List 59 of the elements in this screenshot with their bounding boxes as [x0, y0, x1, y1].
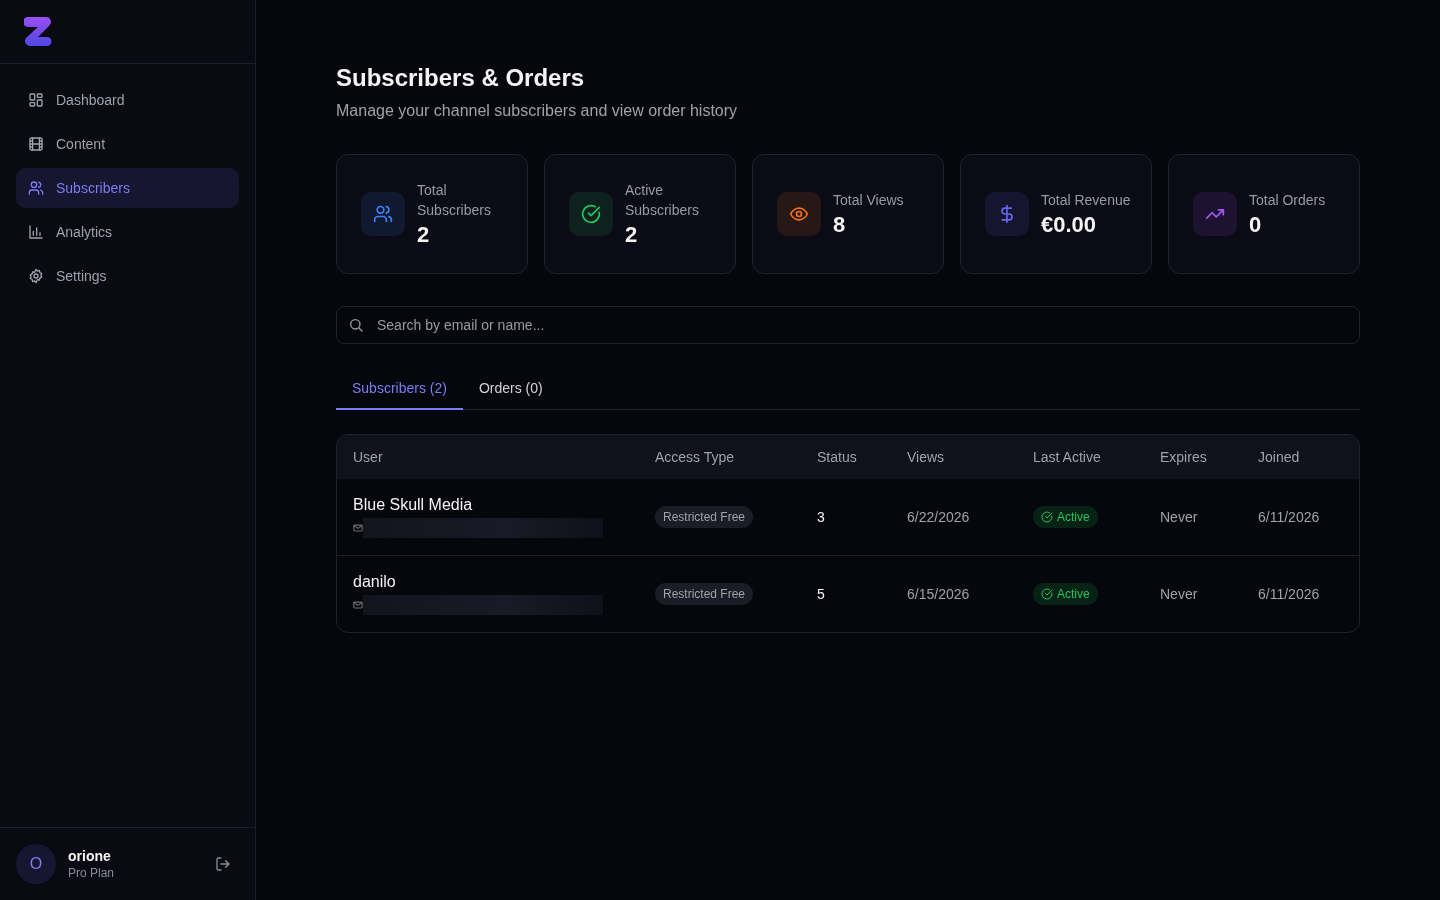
column-header: Status	[801, 435, 891, 479]
column-header: User	[337, 435, 639, 479]
stat-label: Active Subscribers	[625, 181, 700, 220]
column-header: Joined	[1242, 435, 1359, 479]
table-cell: 5	[817, 586, 825, 602]
mail-icon	[353, 599, 363, 611]
sidebar-item[interactable]: Analytics	[16, 212, 239, 252]
settings-icon	[28, 268, 44, 284]
check-circle-icon	[1041, 588, 1053, 600]
user-name: danilo	[353, 573, 396, 591]
stat-value: €0.00	[1041, 212, 1098, 238]
check-circle-icon	[1041, 511, 1053, 523]
column-header: Access Type	[639, 435, 801, 479]
stat-value: 2	[625, 222, 639, 248]
stat-value: 0	[1249, 212, 1263, 238]
users-icon	[28, 180, 44, 196]
access-badge: Restricted Free	[655, 506, 754, 528]
table-cell: 6/22/2026	[907, 509, 970, 525]
film-icon	[28, 136, 44, 152]
tab[interactable]: Subscribers (2)	[336, 368, 463, 410]
tab[interactable]: Orders (0)	[462, 368, 559, 410]
table-cell: Never	[1160, 586, 1198, 602]
access-badge: Restricted Free	[655, 583, 754, 605]
sidebar-item[interactable]: Dashboard	[16, 80, 239, 120]
page-subtitle: Manage your channel subscribers and view order history	[336, 102, 739, 120]
column-header: Views	[891, 435, 1017, 479]
sidebar-item[interactable]: Settings	[16, 256, 239, 296]
table-cell: Never	[1160, 509, 1198, 525]
status-text: Active	[1057, 510, 1090, 524]
user-name: orione	[68, 848, 112, 864]
check-circle-icon	[581, 204, 601, 224]
stat-label: Total Subscribers	[417, 181, 492, 220]
stat-value: 8	[833, 212, 847, 238]
user-name: Blue Skull Media	[353, 496, 473, 514]
stat-label: Total Views	[833, 191, 904, 210]
sidebar-item[interactable]: Content	[16, 124, 239, 164]
table-cell: 6/11/2026	[1258, 509, 1320, 525]
stat-label: Total Revenue	[1041, 191, 1131, 210]
user-avatar: O	[16, 844, 56, 884]
bar-chart-icon	[28, 224, 44, 240]
table-cell: 3	[817, 509, 825, 525]
users-icon	[373, 204, 393, 224]
page-title: Subscribers & Orders	[336, 64, 586, 92]
table-cell: 6/15/2026	[907, 586, 970, 602]
logo-icon	[24, 15, 52, 48]
stat-label: Total Orders	[1249, 191, 1326, 210]
search-icon	[348, 317, 364, 333]
status-text: Active	[1057, 587, 1090, 601]
column-header: Expires	[1144, 435, 1242, 479]
eye-icon	[789, 204, 809, 224]
column-header: Last Active	[1017, 435, 1144, 479]
mail-icon	[353, 522, 363, 534]
search-field[interactable]: Search by email or name...	[336, 306, 1360, 344]
grid-icon	[28, 92, 44, 108]
user-plan: Pro Plan	[68, 866, 116, 880]
logout-icon[interactable]	[215, 856, 231, 872]
table-cell: 6/11/2026	[1258, 586, 1320, 602]
stat-value: 2	[417, 222, 431, 248]
sidebar-item[interactable]: Subscribers	[16, 168, 239, 208]
